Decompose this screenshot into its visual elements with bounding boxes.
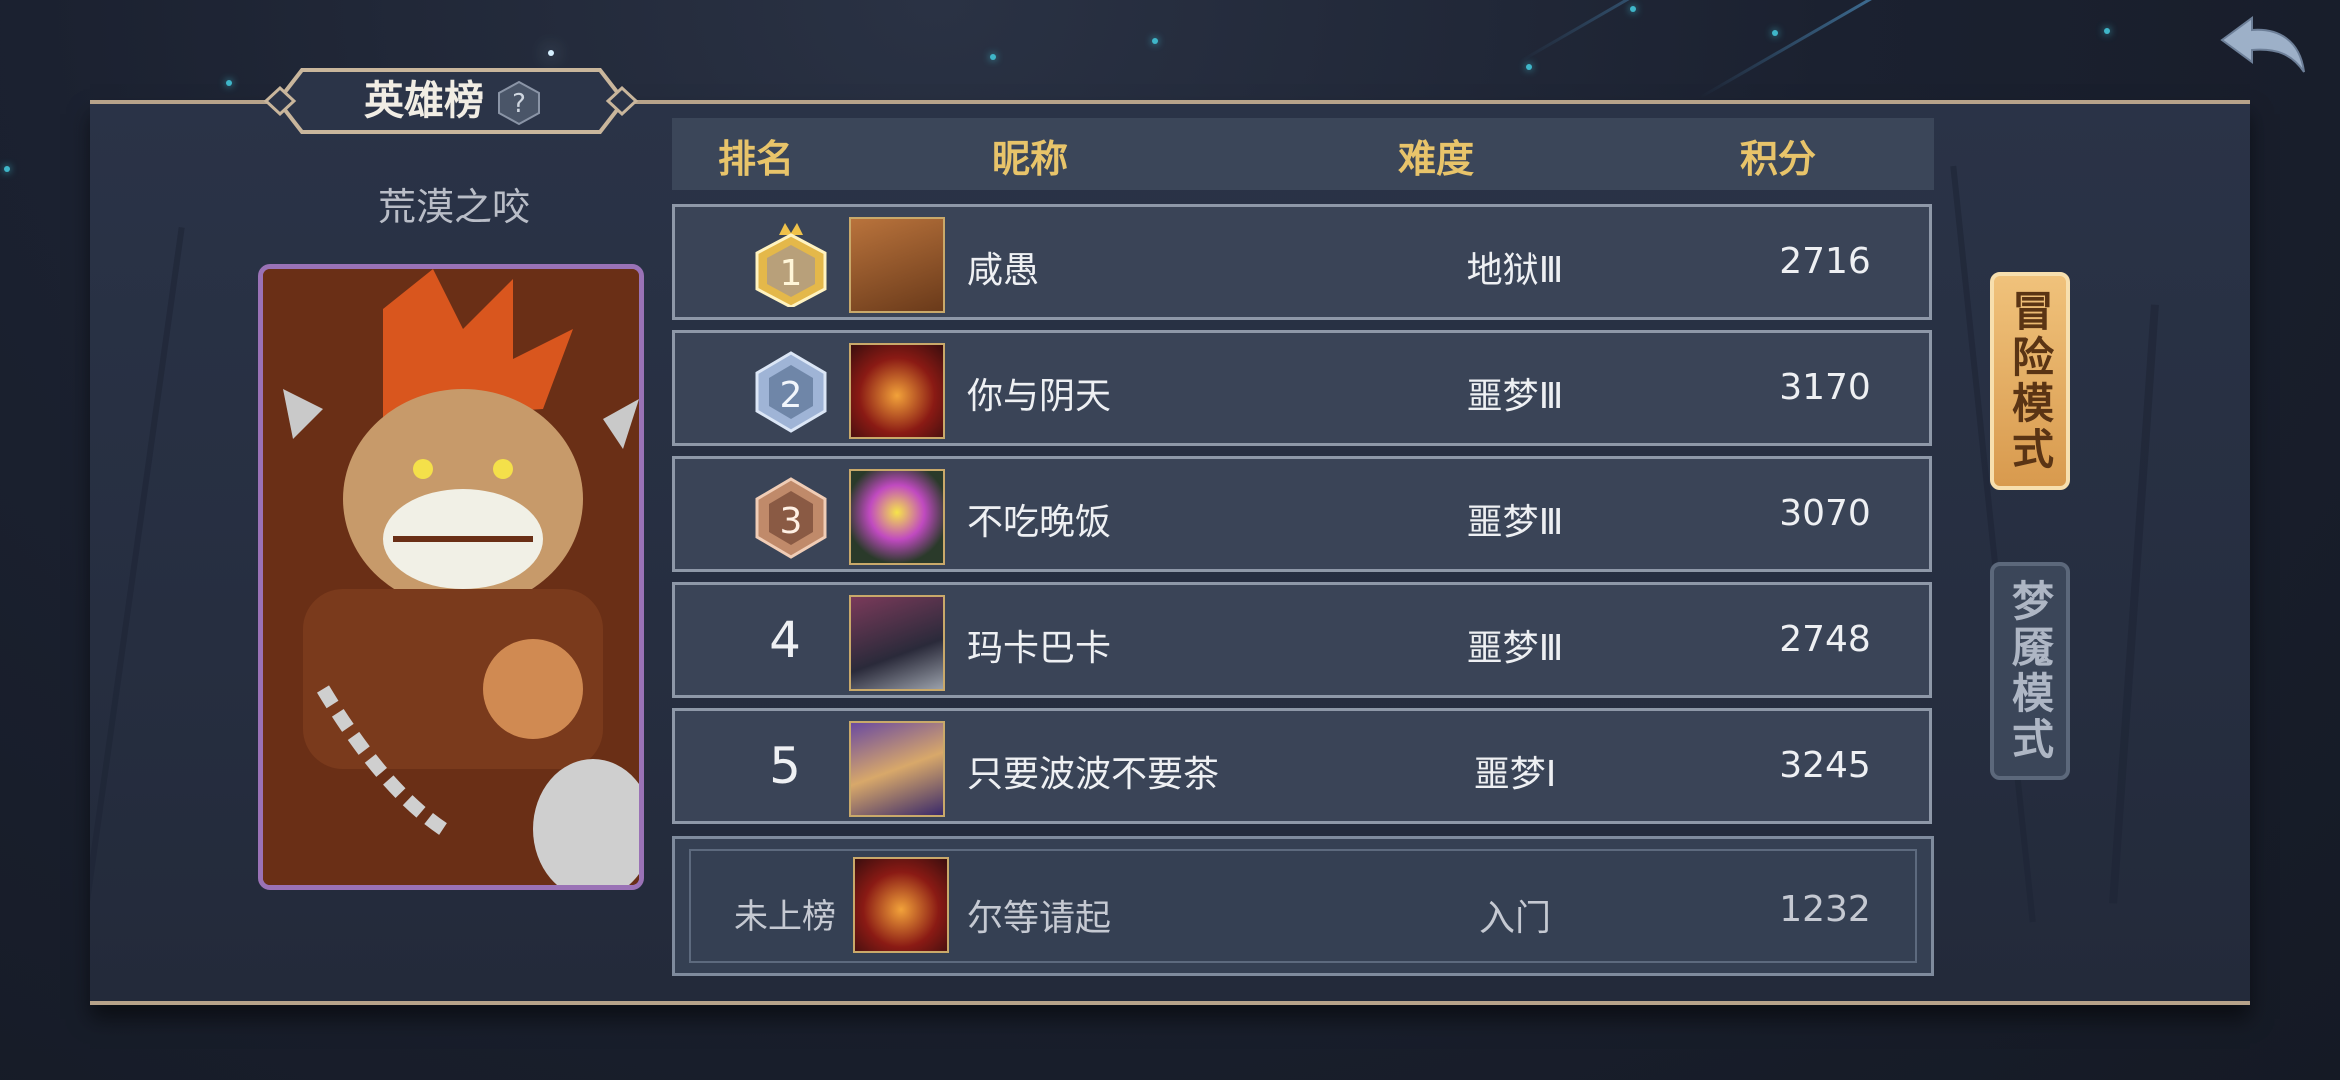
avatar[interactable] [849, 595, 945, 691]
self-rank-status: 未上榜 [734, 897, 836, 937]
page-title: 英雄榜 [364, 78, 484, 124]
avatar[interactable] [849, 469, 945, 565]
player-nickname: 玛卡巴卡 [967, 628, 1112, 669]
help-button[interactable]: ? [496, 80, 542, 126]
player-score: 3245 [1779, 745, 1871, 786]
player-nickname: 你与阴天 [967, 376, 1112, 417]
table-header: 排名 昵称 难度 积分 [672, 118, 1934, 190]
column-rank: 排名 [718, 137, 795, 181]
help-icon: ? [498, 80, 540, 126]
tab-adventure-mode[interactable]: 冒险模式 [1990, 272, 2070, 490]
player-difficulty: 噩梦Ⅲ [1466, 502, 1564, 543]
player-difficulty: 噩梦Ⅲ [1466, 376, 1564, 417]
player-nickname: 不吃晚饭 [967, 502, 1112, 543]
column-score: 积分 [1740, 137, 1817, 181]
player-difficulty: 地狱Ⅲ [1466, 250, 1564, 291]
column-nickname: 昵称 [992, 137, 1069, 181]
back-button[interactable] [2218, 14, 2308, 74]
hero-artwork [263, 269, 639, 885]
player-score: 2748 [1779, 619, 1871, 660]
table-row[interactable]: 4 玛卡巴卡 噩梦Ⅲ 2748 [672, 582, 1932, 698]
table-row[interactable]: 5 只要波波不要茶 噩梦Ⅰ 3245 [672, 708, 1932, 824]
svg-text:2: 2 [780, 375, 803, 416]
rank-number: 4 [769, 611, 801, 669]
gold-crown-badge-icon: 1 [751, 221, 831, 309]
player-difficulty: 噩梦Ⅲ [1466, 628, 1564, 669]
bronze-badge-icon: 3 [751, 473, 831, 559]
player-score: 3070 [1779, 493, 1871, 534]
self-score: 1232 [1779, 889, 1871, 930]
avatar[interactable] [849, 721, 945, 817]
avatar[interactable] [849, 217, 945, 313]
tab-nightmare-mode[interactable]: 梦魇模式 [1990, 562, 2070, 780]
column-difficulty: 难度 [1398, 137, 1475, 181]
player-score: 3170 [1779, 367, 1871, 408]
table-row[interactable]: 3 不吃晚饭 噩梦Ⅲ 3070 [672, 456, 1932, 572]
avatar[interactable] [849, 343, 945, 439]
svg-text:?: ? [512, 89, 526, 119]
rank-number: 5 [769, 737, 801, 795]
self-difficulty: 入门 [1478, 898, 1551, 939]
svg-text:3: 3 [780, 501, 803, 542]
table-row[interactable]: 2 你与阴天 噩梦Ⅲ 3170 [672, 330, 1932, 446]
hero-portrait[interactable] [258, 264, 644, 890]
self-nickname: 尔等请起 [967, 898, 1112, 939]
silver-badge-icon: 2 [751, 347, 831, 433]
player-nickname: 只要波波不要茶 [967, 754, 1220, 795]
player-difficulty: 噩梦Ⅰ [1473, 754, 1557, 795]
back-arrow-icon [2220, 16, 2305, 73]
player-score: 2716 [1779, 241, 1871, 282]
self-avatar[interactable] [853, 857, 949, 953]
table-row[interactable]: 1 咸愚 地狱Ⅲ 2716 [672, 204, 1932, 320]
self-rank-row[interactable]: 未上榜 尔等请起 入门 1232 [672, 836, 1934, 976]
hero-name: 荒漠之咬 [377, 185, 530, 229]
svg-text:1: 1 [780, 253, 803, 294]
player-nickname: 咸愚 [967, 250, 1040, 291]
